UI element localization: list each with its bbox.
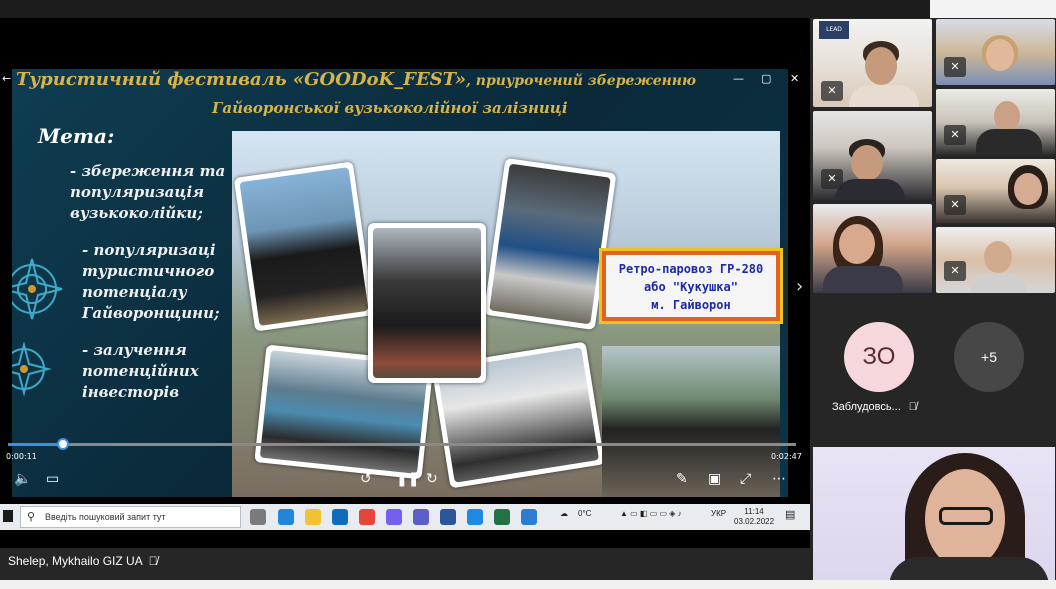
video-player-icon[interactable] [467,509,483,525]
more-participants-button[interactable]: +5 [954,322,1024,392]
presentation-slide: Туристичний фестиваль «GOODoK_FEST», при… [12,69,788,497]
edge-icon[interactable] [278,509,294,525]
back-arrow-icon[interactable]: ← [2,72,11,85]
search-icon: ⚲ [27,511,36,523]
restore-icon[interactable]: ▢ [761,72,771,85]
rewind-10-icon[interactable]: ↺ [360,472,372,486]
participant-video-tile[interactable] [813,204,932,293]
ornament-decoration [12,258,63,397]
more-options-icon[interactable]: ⋯ [772,472,786,486]
keyboard-language[interactable]: УКР [711,509,726,518]
close-icon[interactable]: ✕ [790,72,799,85]
bullet-item: - залучення потенційних інвесторів [82,341,199,401]
participant-video-tile[interactable]: ✕ [936,159,1055,223]
notification-icon[interactable]: ▤ [785,508,795,521]
pen-icon[interactable]: ✎ [676,472,688,486]
video-progress-track[interactable] [8,443,796,446]
teams-meeting-window: Туристичний фестиваль «GOODoK_FEST», при… [0,0,1056,589]
volume-icon[interactable]: 🔈 [14,472,31,486]
presenter-label: Shelep, Mykhailo GIZ UA 🎙̸ [8,554,158,568]
weather-icon[interactable]: ☁ [560,509,568,518]
fullscreen-icon[interactable]: ⤢ [740,472,751,486]
chrome-icon[interactable] [359,509,375,525]
photo-locomotive-1 [233,161,375,332]
slide-bullets: - збереження та популяризація вузькоколі… [68,161,238,419]
bottom-strip [0,580,1056,589]
video-total-time: 0:02:47 [771,452,802,461]
next-slide-chevron-icon[interactable]: › [796,276,803,297]
mic-muted-icon: ✕ [821,169,843,189]
excel-icon[interactable] [494,509,510,525]
minimize-icon[interactable]: — [733,72,744,85]
task-view-icon[interactable] [250,509,266,525]
start-icon[interactable] [3,510,13,522]
slide-subtitle: Гайворонської вузькоколійної залізниці [212,99,568,117]
windows-taskbar: ⚲ Введіть пошуковий запит тут ☁ 0°C ▲ ▭ … [0,504,810,530]
viber-icon[interactable] [386,509,402,525]
photo-train-station [602,346,780,497]
taskbar-clock[interactable]: 11:14 03.02.2022 [734,507,774,527]
captions-icon[interactable]: ▭ [46,472,59,486]
glasses-icon [939,507,993,525]
mic-muted-icon: ✕ [944,57,966,77]
file-explorer-icon[interactable] [305,509,321,525]
photo-locomotive-front [368,223,486,383]
participant-name-label: Заблудовсь... 🎙̸ [832,401,918,413]
word-icon[interactable] [440,509,456,525]
mic-muted-icon: ✕ [944,195,966,215]
outlook-icon[interactable] [332,509,348,525]
weather-temperature: 0°C [578,509,592,518]
slide-goal-heading: Мета: [38,124,115,148]
forward-30-icon[interactable]: ↻ [426,472,438,486]
taskbar-search-input[interactable]: ⚲ Введіть пошуковий запит тут [20,506,241,528]
active-participant-video[interactable] [813,447,1055,580]
lead-badge: LEAD [819,21,849,39]
mic-muted-icon: 🎙̸ [148,554,158,568]
mic-muted-icon: ✕ [944,261,966,281]
participant-video-tile[interactable]: ✕ [936,89,1055,155]
mic-muted-icon: ✕ [944,125,966,145]
video-progress-handle[interactable] [57,438,69,450]
participant-video-tile[interactable]: ✕ [813,111,932,200]
miniplayer-icon[interactable]: ▣ [708,472,721,486]
video-progress-fill [8,443,63,446]
mic-muted-icon: ✕ [821,81,843,101]
slide-title: Туристичний фестиваль «GOODoK_FEST», при… [16,69,697,90]
photo-locomotive-crew [483,157,617,331]
teams-icon[interactable] [413,509,429,525]
participant-video-tile[interactable]: LEAD ✕ [813,19,932,107]
tray-icons[interactable]: ▲ ▭ ◧ ▭ ▭ ◈ ♪ [620,509,682,518]
bullet-item: - популяризаці туристичного потенціалу Г… [82,241,220,322]
participant-video-tile[interactable]: ✕ [936,227,1055,293]
participant-video-tile[interactable]: ✕ [936,19,1055,85]
top-strip [0,0,1056,18]
locomotive-caption: Ретро-паровоз ГР-280 або "Кукушка" м. Га… [602,251,780,321]
bullet-item: - збереження та популяризація вузькоколі… [70,162,226,222]
help-icon[interactable] [521,509,537,525]
pause-icon[interactable]: ❚❚ [396,472,419,486]
video-current-time: 0:00:11 [6,452,37,461]
mic-muted-icon: 🎙̸ [908,401,918,413]
participant-initials-avatar[interactable]: ЗО [844,322,914,392]
